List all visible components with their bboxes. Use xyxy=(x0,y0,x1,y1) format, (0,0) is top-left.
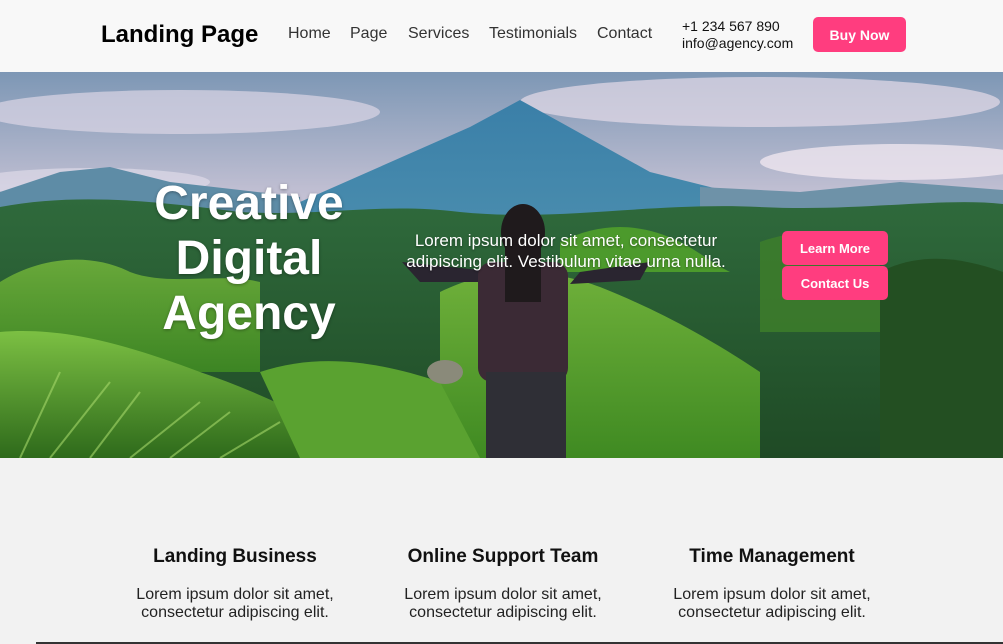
hero-section: Creative Digital Agency Lorem ipsum dolo… xyxy=(0,72,1003,458)
feature-card-landing-business: Landing Business Lorem ipsum dolor sit a… xyxy=(115,546,355,622)
feature-text: Lorem ipsum dolor sit amet, consectetur … xyxy=(673,586,871,621)
hero-title-line: Digital xyxy=(175,232,323,285)
hero-title-line: Creative xyxy=(154,177,344,230)
feature-title: Online Support Team xyxy=(407,546,599,567)
learn-more-button[interactable]: Learn More xyxy=(782,231,888,265)
nav-testimonials[interactable]: Testimonials xyxy=(489,25,577,43)
nav-contact[interactable]: Contact xyxy=(597,25,652,43)
hero-title: Creative Digital Agency xyxy=(120,176,378,341)
site-logo[interactable]: Landing Page xyxy=(101,21,258,49)
hero-title-line: Agency xyxy=(162,287,336,340)
contact-info: +1 234 567 890 info@agency.com xyxy=(682,18,793,52)
nav-services[interactable]: Services xyxy=(408,25,469,43)
hero-description: Lorem ipsum dolor sit amet, consectetur … xyxy=(406,231,726,271)
nav-home[interactable]: Home xyxy=(288,25,331,43)
site-header: Landing Page Home Page Services Testimon… xyxy=(0,0,1003,72)
phone-number: +1 234 567 890 xyxy=(682,18,780,34)
email-address[interactable]: info@agency.com xyxy=(682,35,793,52)
feature-card-online-support: Online Support Team Lorem ipsum dolor si… xyxy=(383,546,623,622)
feature-title: Time Management xyxy=(689,546,855,567)
contact-us-button[interactable]: Contact Us xyxy=(782,266,888,300)
feature-title: Landing Business xyxy=(153,546,317,567)
features-section: Landing Business Lorem ipsum dolor sit a… xyxy=(0,458,1003,644)
buy-now-button[interactable]: Buy Now xyxy=(813,17,906,52)
feature-text: Lorem ipsum dolor sit amet, consectetur … xyxy=(404,586,602,621)
nav-page[interactable]: Page xyxy=(350,25,387,43)
feature-card-time-management: Time Management Lorem ipsum dolor sit am… xyxy=(652,546,892,622)
feature-text: Lorem ipsum dolor sit amet, consectetur … xyxy=(136,586,334,621)
